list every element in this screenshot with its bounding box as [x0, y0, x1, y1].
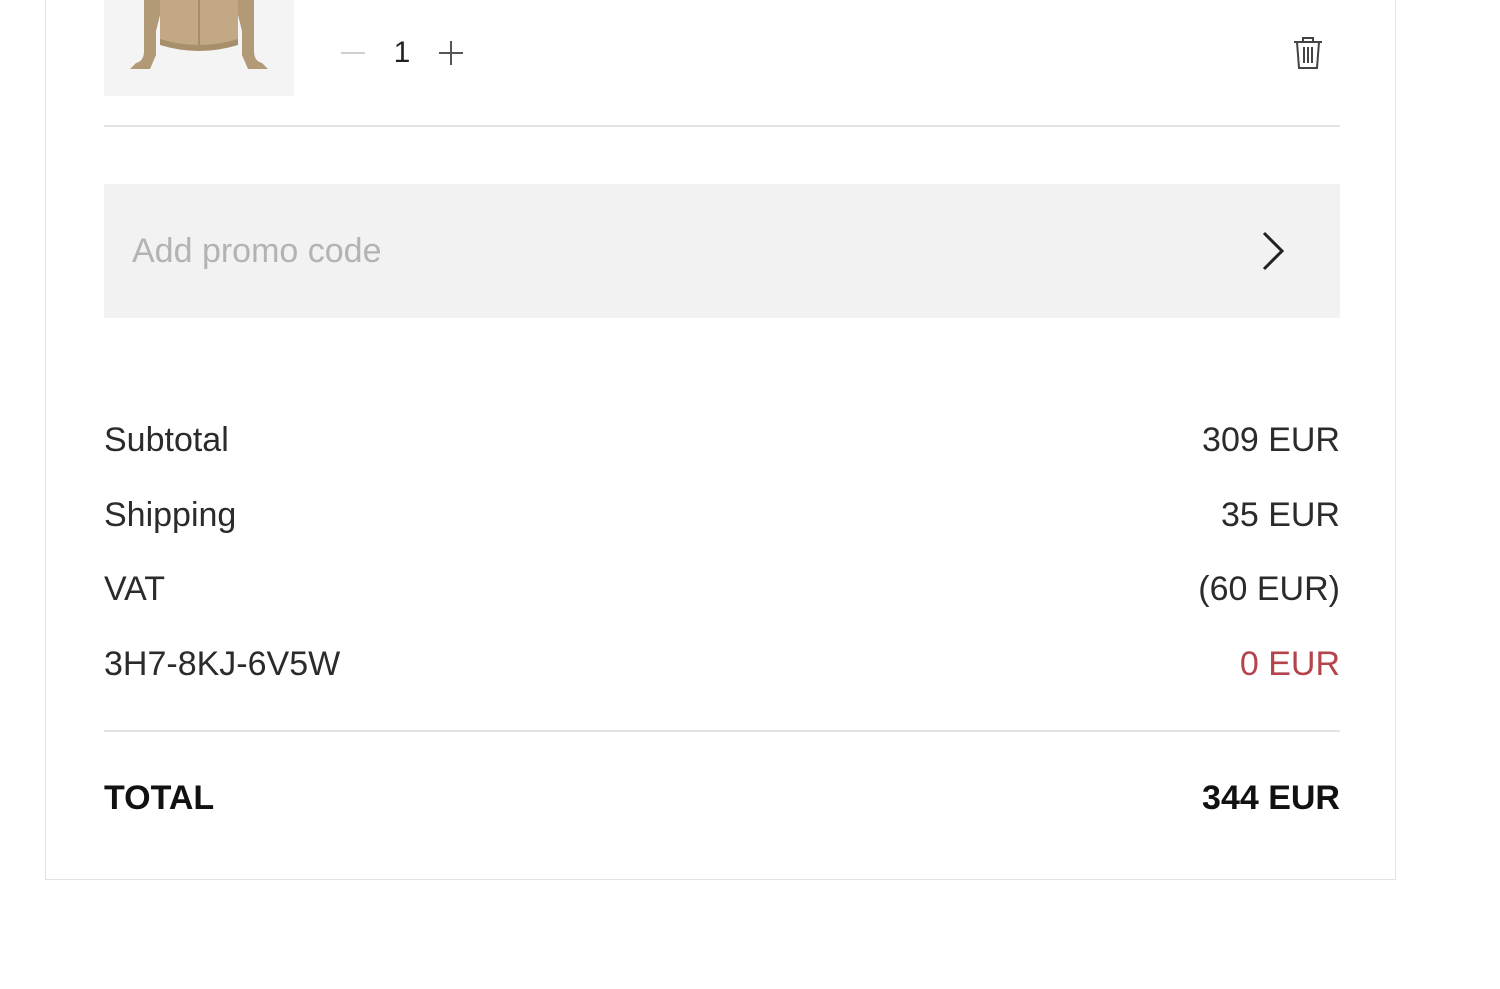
summary-value: 309 EUR — [1202, 421, 1340, 459]
discount-value: 0 EUR — [1239, 645, 1340, 683]
minus-icon — [341, 52, 365, 54]
summary-row-subtotal: Subtotal 309 EUR — [104, 420, 1340, 460]
product-image[interactable] — [104, 0, 294, 96]
promo-code-label: 3H7-8KJ-6V5W — [104, 645, 341, 683]
promo-code-input[interactable] — [104, 184, 1232, 318]
increase-quantity-button[interactable] — [434, 36, 468, 70]
summary-label: Shipping — [104, 496, 237, 534]
chevron-right-icon — [1262, 231, 1285, 271]
item-divider — [104, 125, 1340, 127]
remove-item-button[interactable] — [1290, 35, 1326, 71]
summary-row-vat: VAT (60 EUR) — [104, 569, 1340, 609]
summary-value: (60 EUR) — [1198, 570, 1340, 608]
summary-row-total: TOTAL 344 EUR — [104, 778, 1340, 818]
summary-row-shipping: Shipping 35 EUR — [104, 495, 1340, 535]
promo-code-field — [104, 184, 1340, 318]
summary-label: VAT — [104, 570, 166, 608]
summary-label: Subtotal — [104, 421, 229, 459]
cardigan-image — [104, 0, 294, 96]
total-value: 344 EUR — [1202, 779, 1340, 817]
total-divider — [104, 730, 1340, 732]
order-summary-panel: 1 Subtotal 309 EUR Shippi — [45, 0, 1396, 880]
total-label: TOTAL — [104, 779, 215, 817]
summary-row-promo-discount: 3H7-8KJ-6V5W 0 EUR — [104, 644, 1340, 684]
quantity-stepper: 1 — [336, 33, 468, 73]
summary-value: 35 EUR — [1220, 496, 1340, 534]
trash-icon — [1294, 37, 1322, 69]
quantity-value: 1 — [393, 36, 411, 69]
decrease-quantity-button[interactable] — [336, 36, 370, 70]
plus-icon — [439, 41, 463, 65]
apply-promo-button[interactable] — [1232, 211, 1312, 291]
